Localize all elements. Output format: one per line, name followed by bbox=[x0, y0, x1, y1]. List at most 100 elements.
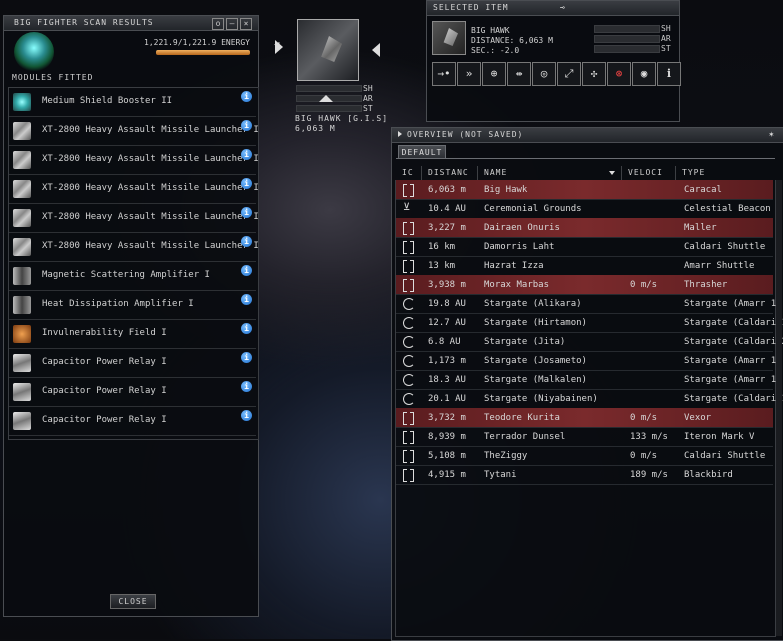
module-slot[interactable]: Invulnerability Field I i bbox=[9, 320, 256, 349]
orbit-icon[interactable]: ◎ bbox=[532, 62, 556, 86]
info-icon[interactable]: i bbox=[241, 120, 252, 131]
pin-icon[interactable]: ⊸ bbox=[560, 3, 565, 12]
overview-row[interactable]: 1,173 m Stargate (Josameto) Stargate (Amar… bbox=[396, 351, 782, 371]
keep-at-range-icon[interactable]: ⇹ bbox=[507, 62, 531, 86]
target-structure-bar bbox=[296, 105, 362, 112]
module-name: XT-2800 Heavy Assault Missile Launcher I bbox=[42, 241, 259, 251]
row-name: Stargate (Jita) bbox=[484, 337, 566, 347]
row-name: Stargate (Hirtamon) bbox=[484, 318, 587, 328]
look-at-icon[interactable]: ⤢ bbox=[557, 62, 581, 86]
row-name: Teodore Kurita bbox=[484, 413, 560, 423]
overview-settings-icon[interactable]: ✶ bbox=[769, 130, 774, 140]
row-distance: 1,173 m bbox=[428, 356, 466, 366]
row-velocity: 0 m/s bbox=[630, 413, 658, 423]
selected-item-header[interactable]: SELECTED ITEM bbox=[427, 1, 679, 16]
row-type: Stargate (Amarr 1) bbox=[684, 299, 782, 309]
row-name: Morax Marbas bbox=[484, 280, 550, 290]
overview-row[interactable]: 20.1 AU Stargate (Niyabainen) Stargate (Ca… bbox=[396, 389, 783, 409]
ship-bracket-icon bbox=[403, 431, 414, 444]
approach-icon[interactable]: →• bbox=[432, 62, 456, 86]
info-icon[interactable]: i bbox=[657, 62, 681, 86]
close-icon[interactable]: × bbox=[240, 18, 252, 30]
row-type: Stargate (Caldari 1) bbox=[684, 394, 783, 404]
column-header-type[interactable]: TYPE bbox=[676, 166, 773, 180]
row-type: Celestial Beacon bbox=[684, 204, 771, 214]
ship-capacitor-icon bbox=[14, 32, 54, 72]
overview-row[interactable]: 8,939 m Terrador Dunsel 133 m/s Iteron Mark… bbox=[396, 427, 773, 447]
module-slot[interactable]: XT-2800 Heavy Assault Missile Launcher I… bbox=[9, 117, 259, 146]
align-icon[interactable]: ✣ bbox=[582, 62, 606, 86]
info-icon[interactable]: i bbox=[241, 323, 252, 334]
selected-item-window: SELECTED ITEM ⊸ BIG HAWK DISTANCE: 6,063… bbox=[426, 0, 681, 122]
overview-header[interactable]: OVERVIEW (NOT SAVED) bbox=[392, 128, 783, 143]
row-name: Tytani bbox=[484, 470, 517, 480]
info-icon[interactable]: i bbox=[241, 265, 252, 276]
selected-sh-label: SH bbox=[661, 24, 671, 33]
close-button[interactable]: CLOSE bbox=[110, 594, 156, 609]
column-header-icon[interactable]: IC bbox=[396, 166, 422, 180]
info-icon[interactable]: i bbox=[241, 352, 252, 363]
overview-scrollbar[interactable] bbox=[776, 180, 782, 636]
overview-row[interactable]: 3,938 m Morax Marbas 0 m/s Thrasher bbox=[396, 275, 773, 295]
module-slot[interactable]: XT-2800 Heavy Assault Missile Launcher I… bbox=[9, 175, 259, 204]
row-type: Iteron Mark V bbox=[684, 432, 755, 442]
scan-results-title: BIG FIGHTER SCAN RESULTS bbox=[14, 18, 154, 27]
module-slot[interactable]: XT-2800 Heavy Assault Missile Launcher I… bbox=[9, 204, 259, 233]
info-icon[interactable]: i bbox=[241, 410, 252, 421]
info-icon[interactable]: i bbox=[241, 149, 252, 160]
module-slot[interactable]: Capacitor Power Relay I i bbox=[9, 378, 256, 407]
info-icon[interactable]: i bbox=[241, 294, 252, 305]
overview-expand-icon[interactable] bbox=[398, 131, 402, 137]
module-slot[interactable]: Capacitor Power Relay I i bbox=[9, 349, 256, 378]
row-name: Hazrat Izza bbox=[484, 261, 544, 271]
overview-row[interactable]: 4,915 m Tytani 189 m/s Blackbird bbox=[396, 465, 773, 485]
stargate-icon bbox=[403, 393, 415, 405]
column-header-name[interactable]: NAME bbox=[478, 166, 622, 180]
column-header-distance[interactable]: DISTANC bbox=[422, 166, 478, 180]
overview-row[interactable]: 6.8 AU Stargate (Jita) Stargate (Caldari 2… bbox=[396, 332, 783, 352]
overview-row[interactable]: 16 km Damorris Laht Caldari Shuttle bbox=[396, 237, 773, 257]
ship-bracket-icon bbox=[403, 469, 414, 482]
module-slot[interactable]: Magnetic Scattering Amplifier I i bbox=[9, 262, 256, 291]
overview-row[interactable]: 3,732 m Teodore Kurita 0 m/s Vexor bbox=[396, 408, 773, 428]
next-target-icon[interactable] bbox=[372, 43, 380, 57]
missile-launcher-icon bbox=[13, 238, 31, 256]
overview-row[interactable]: 18.3 AU Stargate (Malkalen) Stargate (Amar… bbox=[396, 370, 782, 390]
selected-ship-icon[interactable] bbox=[432, 21, 466, 55]
overview-row[interactable]: 3,227 m Dairaen Onuris Maller bbox=[396, 218, 773, 238]
module-slot[interactable]: XT-2800 Heavy Assault Missile Launcher I… bbox=[9, 146, 259, 175]
overview-row[interactable]: 6,063 m Big Hawk Caracal bbox=[396, 180, 773, 200]
target-ship-portrait[interactable] bbox=[297, 19, 359, 81]
target-icon[interactable]: ⊛ bbox=[607, 62, 631, 86]
selected-security: SEC.: -2.0 bbox=[471, 46, 520, 55]
module-slot[interactable]: XT-2800 Heavy Assault Missile Launcher I… bbox=[9, 233, 259, 262]
tab-default[interactable]: DEFAULT bbox=[398, 145, 446, 159]
module-slot[interactable]: Capacitor Power Relay I i bbox=[9, 407, 256, 436]
column-header-velocity[interactable]: VELOCI bbox=[622, 166, 676, 180]
info-icon[interactable]: i bbox=[241, 91, 252, 102]
minimize-icon[interactable]: – bbox=[226, 18, 238, 30]
eye-icon[interactable]: ◉ bbox=[632, 62, 656, 86]
module-slot[interactable]: Medium Shield Booster II i bbox=[9, 88, 256, 117]
overview-row[interactable]: ⊻ 10.4 AU Ceremonial Grounds Celestial Beac… bbox=[396, 199, 773, 219]
row-distance: 4,915 m bbox=[428, 470, 466, 480]
info-icon[interactable]: i bbox=[241, 381, 252, 392]
overview-row[interactable]: 12.7 AU Stargate (Hirtamon) Stargate (Cald… bbox=[396, 313, 783, 333]
row-distance: 5,108 m bbox=[428, 451, 466, 461]
row-name: Stargate (Josameto) bbox=[484, 356, 587, 366]
selected-item-title: SELECTED ITEM bbox=[433, 3, 509, 12]
overview-row[interactable]: 19.8 AU Stargate (Alikara) Stargate (Amarr… bbox=[396, 294, 782, 314]
collapse-icon[interactable] bbox=[319, 95, 333, 102]
info-icon[interactable]: i bbox=[241, 236, 252, 247]
overview-row[interactable]: 13 km Hazrat Izza Amarr Shuttle bbox=[396, 256, 773, 276]
module-slot[interactable]: Heat Dissipation Amplifier I i bbox=[9, 291, 256, 320]
module-name: Capacitor Power Relay I bbox=[42, 386, 167, 396]
module-name: Magnetic Scattering Amplifier I bbox=[42, 270, 210, 280]
info-icon[interactable]: i bbox=[241, 178, 252, 189]
warp-icon[interactable]: » bbox=[457, 62, 481, 86]
info-icon[interactable]: i bbox=[241, 207, 252, 218]
options-icon[interactable]: o bbox=[212, 18, 224, 30]
overview-row[interactable]: 5,108 m TheZiggy 0 m/s Caldari Shuttle bbox=[396, 446, 773, 466]
lock-target-icon[interactable]: ⊕ bbox=[482, 62, 506, 86]
row-distance: 20.1 AU bbox=[428, 394, 466, 404]
